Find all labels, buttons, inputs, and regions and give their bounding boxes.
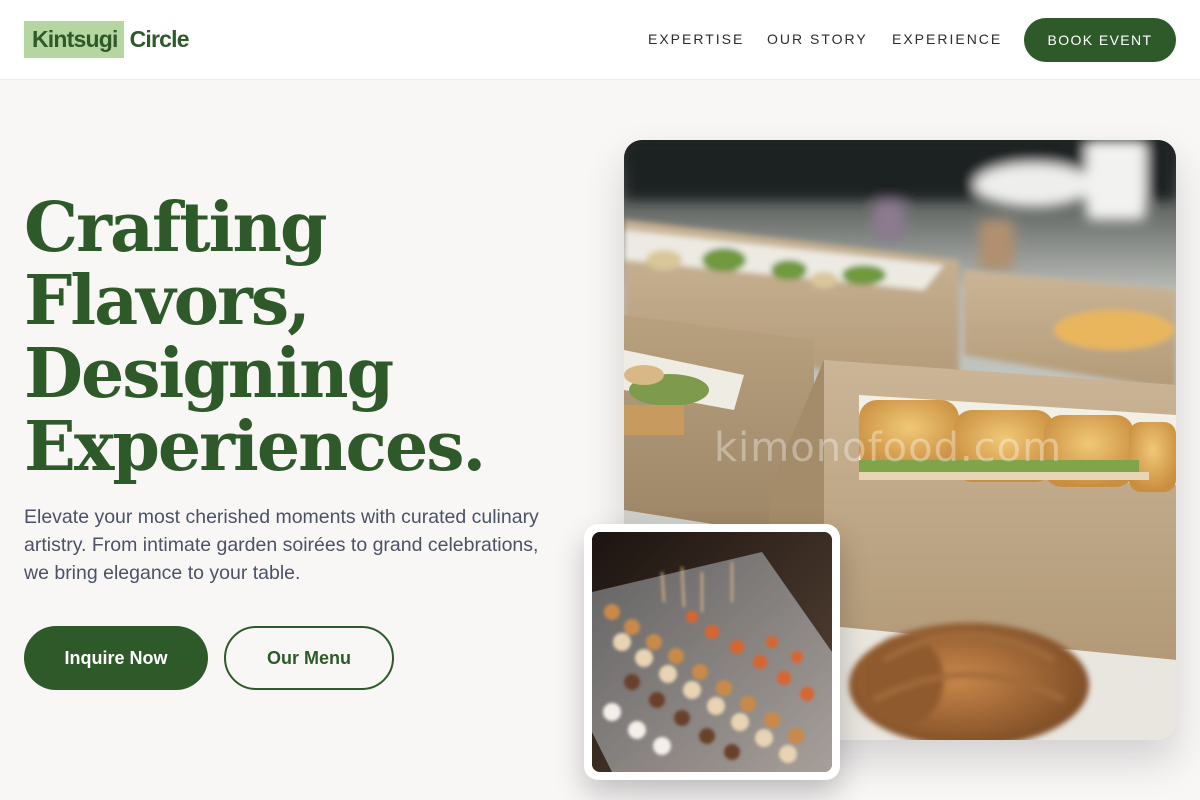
book-event-button[interactable]: BOOK EVENT — [1024, 18, 1176, 62]
headline-line: Flavors, — [24, 261, 311, 341]
nav-link-our-story[interactable]: OUR STORY — [767, 31, 868, 47]
photo-watermark: kimonofood.com — [714, 425, 1063, 471]
inquire-now-button[interactable]: Inquire Now — [24, 626, 208, 690]
nav-link-experience[interactable]: EXPERIENCE — [892, 31, 1002, 47]
logo[interactable]: Kintsugi Circle — [24, 21, 190, 58]
inset-dessert-photo — [592, 532, 832, 772]
headline-line: Designing — [24, 334, 394, 414]
hero-headline: Crafting Flavors, Designing Experiences. — [24, 192, 584, 484]
hero-description: Elevate your most cherished moments with… — [24, 506, 539, 584]
inset-photo-frame — [584, 524, 840, 780]
nav-link-expertise[interactable]: EXPERTISE — [648, 31, 744, 47]
headline-line: Experiences. — [24, 407, 486, 487]
logo-mark: Kintsugi — [24, 21, 124, 58]
our-menu-button[interactable]: Our Menu — [224, 626, 394, 690]
logo-word: Circle — [129, 26, 190, 52]
headline-line: Crafting — [24, 188, 328, 268]
site-header: Kintsugi Circle EXPERTISE OUR STORY EXPE… — [0, 0, 1200, 80]
dessert-buffet-illustration — [592, 532, 832, 772]
